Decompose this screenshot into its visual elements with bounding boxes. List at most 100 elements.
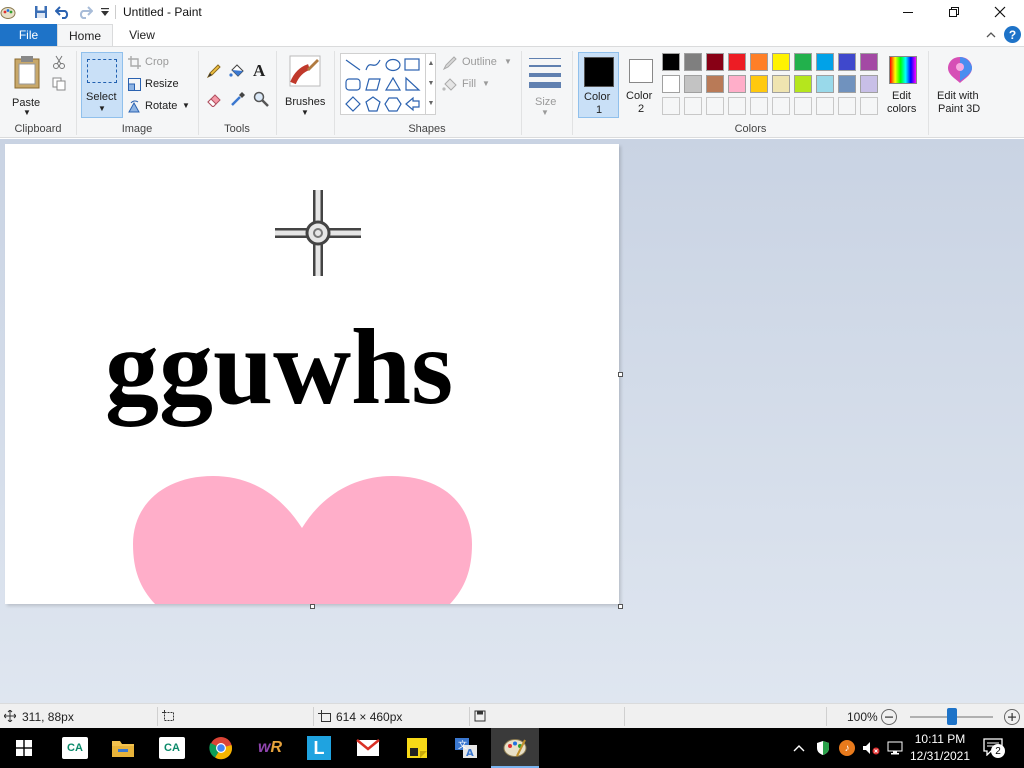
taskbar-app-ca-icon[interactable]: CA bbox=[51, 728, 99, 768]
palette-color-swatch[interactable] bbox=[728, 53, 746, 71]
collapse-ribbon-icon[interactable] bbox=[984, 28, 998, 42]
palette-color-swatch[interactable] bbox=[684, 75, 702, 93]
taskbar-paint-icon[interactable] bbox=[491, 728, 539, 768]
tab-home[interactable]: Home bbox=[57, 24, 113, 46]
color2-button[interactable]: Color 2 bbox=[622, 52, 660, 118]
outline-button[interactable]: Outline ▼ bbox=[442, 55, 514, 71]
status-separator bbox=[157, 707, 158, 726]
palette-custom-slot[interactable] bbox=[662, 97, 680, 115]
file-tab[interactable]: File bbox=[0, 24, 57, 46]
clock-time[interactable]: 10:11 PM bbox=[912, 732, 968, 746]
brushes-button[interactable]: Brushes ▼ bbox=[282, 52, 328, 118]
save-icon[interactable] bbox=[33, 4, 49, 20]
shapes-scroll[interactable]: ▲ ▼ ▼ bbox=[425, 54, 436, 115]
palette-color-swatch[interactable] bbox=[794, 75, 812, 93]
crop-button[interactable]: Crop bbox=[128, 55, 198, 71]
color-picker-icon[interactable] bbox=[230, 91, 246, 107]
tray-volume-muted-icon[interactable] bbox=[862, 739, 880, 757]
taskbar-file-explorer-icon[interactable] bbox=[99, 728, 147, 768]
drawing-canvas[interactable]: gguwhs bbox=[5, 144, 619, 604]
paste-button[interactable]: Paste ▼ bbox=[8, 53, 48, 117]
palette-color-swatch[interactable] bbox=[860, 53, 878, 71]
taskbar-app-l-icon[interactable]: L bbox=[295, 728, 343, 768]
palette-custom-slot[interactable] bbox=[772, 97, 790, 115]
palette-custom-slot[interactable] bbox=[794, 97, 812, 115]
size-button[interactable]: Size ▼ bbox=[527, 52, 565, 118]
palette-custom-slot[interactable] bbox=[684, 97, 702, 115]
resize-handle-bottom[interactable] bbox=[310, 604, 315, 609]
palette-color-swatch[interactable] bbox=[838, 75, 856, 93]
palette-custom-slot[interactable] bbox=[816, 97, 834, 115]
tray-network-icon[interactable] bbox=[886, 739, 904, 757]
palette-color-swatch[interactable] bbox=[684, 53, 702, 71]
action-center-icon[interactable]: 2 bbox=[983, 738, 1005, 758]
taskbar-app-ca-icon-2[interactable]: CA bbox=[148, 728, 196, 768]
paint3d-label: Edit with bbox=[937, 90, 979, 102]
cut-icon[interactable] bbox=[52, 55, 66, 69]
tray-app-icon[interactable]: ♪ bbox=[838, 739, 856, 757]
tab-view[interactable]: View bbox=[113, 24, 171, 46]
clock-date[interactable]: 12/31/2021 bbox=[906, 749, 974, 763]
palette-color-swatch[interactable] bbox=[772, 75, 790, 93]
taskbar-chrome-icon[interactable] bbox=[197, 728, 245, 768]
palette-color-swatch[interactable] bbox=[816, 53, 834, 71]
pencil-icon[interactable] bbox=[206, 63, 222, 79]
color1-button[interactable]: Color 1 bbox=[578, 52, 619, 118]
palette-color-swatch[interactable] bbox=[728, 75, 746, 93]
resize-button[interactable]: Resize bbox=[128, 77, 198, 93]
fill-bucket-icon[interactable] bbox=[229, 63, 245, 79]
palette-color-swatch[interactable] bbox=[706, 75, 724, 93]
redo-icon[interactable] bbox=[77, 4, 93, 20]
shape-oval-icon bbox=[385, 58, 401, 72]
resize-handle-right[interactable] bbox=[618, 372, 623, 377]
palette-custom-slot[interactable] bbox=[750, 97, 768, 115]
restore-button[interactable] bbox=[931, 0, 977, 24]
minimize-button[interactable] bbox=[885, 0, 931, 24]
palette-color-swatch[interactable] bbox=[750, 75, 768, 93]
customize-qat-icon[interactable] bbox=[97, 4, 113, 20]
status-separator bbox=[313, 707, 314, 726]
palette-color-swatch[interactable] bbox=[750, 53, 768, 71]
shapes-group-label: Shapes bbox=[408, 123, 446, 135]
zoom-out-button[interactable] bbox=[881, 709, 897, 725]
resize-handle-corner[interactable] bbox=[618, 604, 623, 609]
taskbar-winrar-icon[interactable]: wR bbox=[246, 728, 294, 768]
palette-color-swatch[interactable] bbox=[772, 53, 790, 71]
rotate-button[interactable]: Rotate ▼ bbox=[128, 99, 198, 115]
eraser-icon[interactable] bbox=[206, 91, 222, 108]
help-icon[interactable]: ? bbox=[1004, 26, 1021, 43]
palette-color-swatch[interactable] bbox=[794, 53, 812, 71]
zoom-slider-thumb[interactable] bbox=[946, 708, 957, 725]
taskbar-sticky-notes-icon[interactable] bbox=[393, 728, 441, 768]
palette-custom-slot[interactable] bbox=[706, 97, 724, 115]
edit-colors-button[interactable]: Edit colors bbox=[883, 52, 923, 118]
edit-colors-label-2: colors bbox=[887, 103, 917, 115]
tray-overflow-icon[interactable] bbox=[790, 739, 808, 757]
title-bar: Untitled - Paint bbox=[0, 0, 1024, 24]
tray-defender-icon[interactable] bbox=[814, 739, 832, 757]
copy-icon[interactable] bbox=[52, 77, 66, 91]
taskbar-mail-icon[interactable] bbox=[344, 728, 392, 768]
start-button[interactable] bbox=[0, 728, 48, 768]
palette-custom-slot[interactable] bbox=[728, 97, 746, 115]
undo-icon[interactable] bbox=[55, 4, 71, 20]
palette-color-swatch[interactable] bbox=[706, 53, 724, 71]
magnifier-icon[interactable] bbox=[253, 91, 269, 107]
palette-color-swatch[interactable] bbox=[860, 75, 878, 93]
palette-color-swatch[interactable] bbox=[838, 53, 856, 71]
palette-color-swatch[interactable] bbox=[816, 75, 834, 93]
select-button[interactable]: Select ▼ bbox=[81, 52, 123, 118]
palette-custom-slot[interactable] bbox=[860, 97, 878, 115]
shapes-gallery[interactable]: ▲ ▼ ▼ bbox=[340, 53, 436, 115]
text-tool-icon[interactable]: A bbox=[253, 61, 269, 80]
zoom-in-button[interactable] bbox=[1004, 709, 1020, 725]
close-button[interactable] bbox=[977, 0, 1023, 24]
palette-color-swatch[interactable] bbox=[662, 53, 680, 71]
palette-color-swatch[interactable] bbox=[662, 75, 680, 93]
palette-custom-slot[interactable] bbox=[838, 97, 856, 115]
edit-with-paint3d-button[interactable]: Edit with Paint 3D bbox=[932, 52, 988, 118]
paint-app-icon[interactable] bbox=[0, 4, 16, 20]
taskbar-translator-icon[interactable]: 文A bbox=[442, 728, 490, 768]
paint3d-label-2: Paint 3D bbox=[938, 103, 981, 115]
fill-button[interactable]: Fill ▼ bbox=[442, 77, 514, 93]
